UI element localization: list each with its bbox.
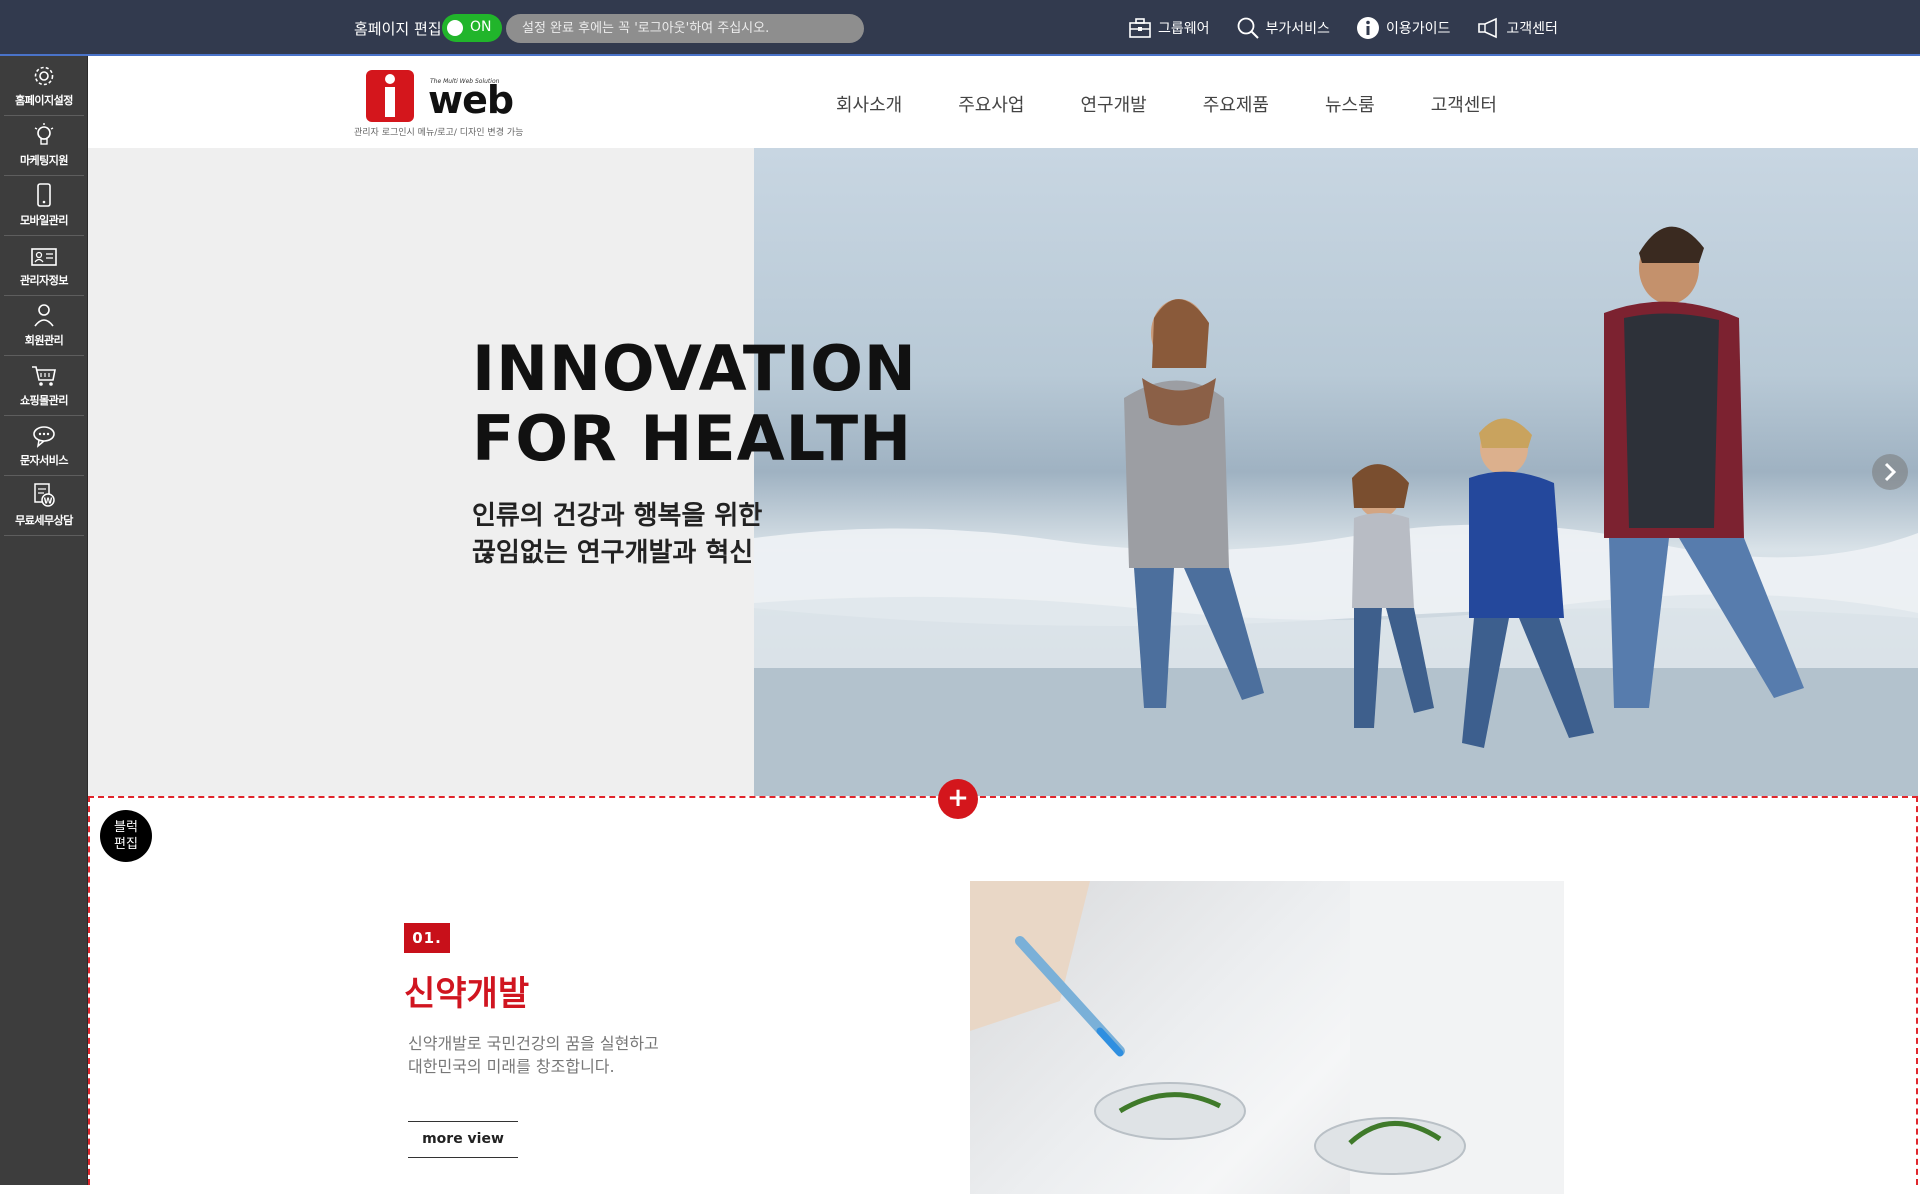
homepage-edit-label: 홈페이지 편집 [354,20,442,38]
section-title: 신약개발 [404,974,530,1014]
nav-item-company[interactable]: 회사소개 [836,91,902,117]
mobile-icon [37,183,51,207]
cart-icon [32,366,56,386]
hero-subheadline-line1: 인류의 건강과 행복을 위한 [472,501,763,531]
sidebar-item-marketing[interactable]: 마케팅지원 [4,116,84,176]
sidebar-item-label: 관리자정보 [19,274,69,287]
groupware-link[interactable]: 그룹웨어 [1128,17,1210,39]
sidebar-item-label: 모바일관리 [19,214,69,227]
sidebar-item-label: 문자서비스 [19,454,69,467]
more-view-button[interactable]: more view [408,1121,518,1158]
hero-headline-line1: INNOVATION [472,332,917,405]
hero-subheadline: 인류의 건강과 행복을 위한 끊임없는 연구개발과 혁신 [472,498,762,572]
customer-center-label: 고객센터 [1506,21,1558,37]
top-utility-links: 그룹웨어 부가서비스 이용가이드 고객센터 [1128,13,1584,43]
tax-document-icon: W [34,483,55,507]
edit-mode-toggle[interactable]: ON [442,14,502,42]
nav-item-business[interactable]: 주요사업 [958,91,1024,117]
info-icon [1356,17,1379,39]
gear-icon [34,66,54,86]
megaphone-icon [1478,17,1498,39]
toggle-knob [447,20,463,36]
sidebar-item-label: 마케팅지원 [19,154,69,167]
logo-i-mark[interactable] [366,70,414,122]
id-card-icon [31,248,57,266]
search-icon [1237,17,1259,39]
briefcase-icon [1129,18,1151,38]
hero-headline: INNOVATION FOR HEALTH [472,334,917,474]
sidebar-item-members[interactable]: 회원관리 [4,296,84,356]
section-description: 신약개발로 국민건강의 꿈을 실현하고 대한민국의 미래를 창조합니다. [408,1032,659,1078]
addon-service-link[interactable]: 부가서비스 [1236,16,1330,40]
addon-service-label: 부가서비스 [1265,21,1330,37]
lightbulb-icon [34,123,54,145]
sidebar-item-homepage-settings[interactable]: 홈페이지설정 [4,56,84,116]
sidebar-item-label: 회원관리 [24,334,64,347]
user-guide-link[interactable]: 이용가이드 [1356,16,1450,40]
block-edit-label-line1: 블럭 [114,820,138,835]
sidebar-item-mobile[interactable]: 모바일관리 [4,176,84,236]
lab-research-image [970,881,1564,1194]
logo-i-stem [385,87,395,117]
hero-headline-line2: FOR HEALTH [472,402,913,475]
nav-item-support[interactable]: 고객센터 [1431,91,1497,117]
sidebar-item-tax-consult[interactable]: W 무료세무상담 [4,476,84,536]
nav-item-research[interactable]: 연구개발 [1081,91,1147,117]
sidebar-item-label: 쇼핑몰관리 [19,394,69,407]
sidebar-item-label: 무료세무상담 [15,514,73,527]
section-description-line2: 대한민국의 미래를 창조합니다. [408,1057,615,1076]
logo-subtext: 관리자 로그인시 메뉴/로고/ 디자인 변경 가능 [354,128,524,138]
chat-icon [33,426,55,448]
sidebar-item-sms[interactable]: 문자서비스 [4,416,84,476]
chevron-right-icon [1884,462,1897,482]
block-edit-button[interactable]: 블럭 편집 [100,810,152,862]
sidebar-item-label: 홈페이지설정 [15,94,73,107]
hero-family-beach-image [754,148,1918,796]
section-description-line1: 신약개발로 국민건강의 꿈을 실현하고 [408,1034,659,1053]
section-number-badge: 01. [404,923,450,953]
hero-subheadline-line2: 끊임없는 연구개발과 혁신 [472,538,754,568]
nav-item-products[interactable]: 주요제품 [1203,91,1269,117]
main-navigation: 회사소개 주요사업 연구개발 주요제품 뉴스룸 고객센터 [836,91,1553,117]
admin-topbar: 홈페이지 편집 ON 설정 완료 후에는 꼭 '로그아웃'하여 주십시오. 그룹… [0,0,1920,56]
svg-text:W: W [44,497,53,506]
nav-item-newsroom[interactable]: 뉴스룸 [1325,91,1375,117]
block-edit-label-line2: 편집 [114,837,138,852]
slider-next-button[interactable] [1872,454,1908,490]
add-block-button[interactable]: + [938,779,978,819]
hero-image-illustration [754,226,1918,796]
sidebar-item-shop[interactable]: 쇼핑몰관리 [4,356,84,416]
user-icon [34,304,54,327]
sidebar-item-admin-info[interactable]: 관리자정보 [4,236,84,296]
user-guide-label: 이용가이드 [1385,21,1451,37]
groupware-label: 그룹웨어 [1158,21,1210,37]
admin-sidebar: 홈페이지설정 마케팅지원 모바일관리 관리자정보 회원관리 쇼핑몰관리 문자서비… [0,56,88,1185]
customer-center-link[interactable]: 고객센터 [1476,17,1558,39]
logo-wordmark[interactable]: web [428,80,514,120]
hero-slider: INNOVATION FOR HEALTH 인류의 건강과 행복을 위한 끊임없… [88,148,1918,796]
logo-i-dot [385,74,395,84]
logout-notice: 설정 완료 후에는 꼭 '로그아웃'하여 주십시오. [506,14,864,43]
lab-image-illustration [970,881,1564,1194]
toggle-state-label: ON [470,19,492,35]
